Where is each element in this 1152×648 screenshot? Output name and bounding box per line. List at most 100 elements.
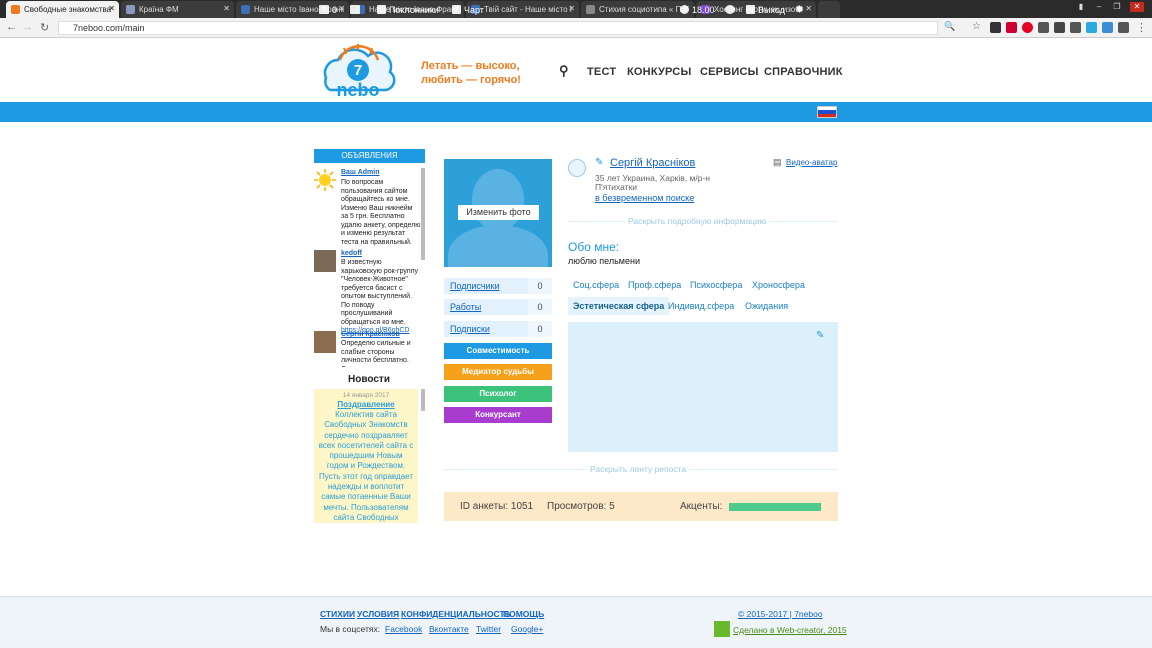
edit-pencil-icon[interactable]: ✎ bbox=[816, 330, 824, 341]
subscribers-row[interactable]: Подписчики 0 bbox=[444, 278, 552, 294]
tab-chrono[interactable]: Хроносфера bbox=[752, 280, 805, 290]
search-icon[interactable]: ⚲ bbox=[559, 63, 569, 79]
extension-icon[interactable] bbox=[1038, 22, 1049, 33]
users-icon bbox=[350, 5, 360, 14]
chart-button[interactable]: Чарт bbox=[452, 5, 484, 15]
video-avatar-link[interactable]: Видео-аватар bbox=[786, 158, 837, 167]
ad-author[interactable]: Ваш Admin bbox=[341, 169, 380, 178]
sun-avatar bbox=[314, 169, 336, 191]
close-tab-icon[interactable]: ✕ bbox=[223, 4, 230, 13]
subscriptions-row[interactable]: Подписки 0 bbox=[444, 321, 552, 337]
minimize-icon[interactable]: ‒ bbox=[1092, 2, 1106, 12]
close-tab-icon[interactable]: ✕ bbox=[568, 4, 575, 13]
messages-button[interactable]: 0 bbox=[319, 5, 337, 15]
about-text: люблю пельмени bbox=[568, 256, 640, 266]
gear-icon[interactable]: ✹ bbox=[795, 3, 804, 16]
user-profile-icon[interactable]: ▮ bbox=[1074, 2, 1088, 12]
extension-icon[interactable] bbox=[1118, 22, 1129, 33]
profile-id: ID анкеты: 1051 bbox=[460, 501, 534, 512]
language-selector[interactable] bbox=[817, 106, 837, 118]
extension-icon[interactable] bbox=[1054, 22, 1065, 33]
news-date: 14 января 2017 bbox=[342, 392, 390, 399]
svg-text:7: 7 bbox=[354, 62, 362, 79]
vkontakte-link[interactable]: Вконтакте bbox=[429, 624, 469, 634]
expand-reposts-link[interactable]: Раскрыть ленту репоста bbox=[587, 464, 690, 474]
reload-icon[interactable]: ↻ bbox=[40, 21, 49, 34]
extension-icon[interactable] bbox=[990, 22, 1001, 33]
flag-red-stripe bbox=[818, 113, 836, 117]
svg-text:nebo: nebo bbox=[337, 80, 380, 98]
footer-link-help[interactable]: ПОМОЩЬ bbox=[503, 609, 544, 619]
user-icon bbox=[746, 5, 755, 14]
made-by-link[interactable]: Сделано в Web-creator, 2015 bbox=[733, 625, 847, 635]
menu-contests[interactable]: КОНКУРСЫ bbox=[627, 66, 691, 78]
photo-silhouette bbox=[448, 225, 548, 267]
menu-test[interactable]: ТЕСТ bbox=[587, 66, 616, 78]
zoom-icon[interactable]: 🔍 bbox=[944, 21, 955, 32]
pinterest-icon[interactable] bbox=[1022, 22, 1033, 33]
maximize-icon[interactable]: ❐ bbox=[1110, 2, 1124, 12]
edit-pencil-icon[interactable]: ✎ bbox=[595, 157, 603, 168]
browser-tab[interactable]: Країна ФМ ✕ bbox=[121, 1, 234, 18]
tab-social[interactable]: Соц.сфера bbox=[573, 280, 619, 290]
new-tab-button[interactable] bbox=[818, 1, 840, 18]
web-creator-icon bbox=[714, 621, 730, 637]
photo-silhouette bbox=[472, 169, 524, 231]
tab-aesthetic[interactable]: Эстетическая сфера bbox=[568, 297, 670, 315]
logout-button[interactable]: Выход bbox=[746, 5, 785, 15]
browser-tab[interactable]: Стихия социотипа « Псі✕ bbox=[581, 1, 694, 18]
sociotype-icon[interactable] bbox=[568, 159, 586, 177]
news-scrollbar[interactable] bbox=[421, 389, 425, 411]
clock-icon bbox=[680, 5, 689, 14]
ad-author[interactable]: kedoff bbox=[341, 250, 362, 259]
facebook-link[interactable]: Facebook bbox=[385, 624, 422, 634]
twitter-link[interactable]: Twitter bbox=[476, 624, 501, 634]
close-window-icon[interactable]: ✕ bbox=[1130, 2, 1144, 12]
fate-mediator-button[interactable]: Медиатор судьбы bbox=[444, 364, 552, 380]
tab-expectations[interactable]: Ожидания bbox=[745, 301, 788, 311]
profile-name[interactable]: Сергій Краснiков bbox=[610, 157, 695, 169]
extension-icon[interactable] bbox=[1102, 22, 1113, 33]
footer-link-terms[interactable]: УСЛОВИЯ bbox=[357, 609, 399, 619]
change-photo-button[interactable]: Изменить фото bbox=[458, 205, 539, 220]
works-row[interactable]: Работы 0 bbox=[444, 299, 552, 315]
user-avatar bbox=[314, 331, 336, 353]
fans-button[interactable]: Поклонники bbox=[377, 5, 439, 15]
news-heading[interactable]: Поздравление bbox=[318, 400, 414, 410]
expand-info-link[interactable]: Раскрыть подробную информацию bbox=[625, 216, 770, 226]
site-favicon-icon bbox=[126, 5, 135, 14]
forward-icon[interactable]: → bbox=[22, 21, 33, 33]
menu-services[interactable]: СЕРВИСЫ bbox=[700, 66, 759, 78]
psychologist-button[interactable]: Психолог bbox=[444, 386, 552, 402]
copyright[interactable]: © 2015-2017 | 7neboo bbox=[738, 609, 823, 619]
friends-button[interactable] bbox=[350, 5, 363, 15]
site-logo[interactable]: 7 nebo bbox=[316, 44, 398, 103]
contestant-button[interactable]: Конкурсант bbox=[444, 407, 552, 423]
ad-author[interactable]: Сергій Краснiков bbox=[341, 331, 400, 340]
tab-psycho[interactable]: Психосфера bbox=[690, 280, 742, 290]
tab-individual[interactable]: Индивид.сфера bbox=[668, 301, 734, 311]
tab-prof[interactable]: Проф.сфера bbox=[628, 280, 681, 290]
news-text: Коллектив сайта Свободных Знакомств серд… bbox=[318, 410, 414, 522]
timezone-button[interactable] bbox=[725, 5, 738, 15]
footer-link-elements[interactable]: СТИХИИ bbox=[320, 609, 355, 619]
back-icon[interactable]: ← bbox=[6, 21, 17, 33]
footer-link-privacy[interactable]: КОНФИДЕНЦИАЛЬНОСТЬ bbox=[401, 609, 511, 619]
close-tab-icon[interactable]: ✕ bbox=[108, 4, 115, 13]
compatibility-button[interactable]: Совместимость bbox=[444, 343, 552, 359]
address-bar-row: ← → ↻ 7neboo.com/main 🔍 ☆ ⋮ bbox=[0, 18, 1152, 38]
extension-icon[interactable] bbox=[1006, 22, 1017, 33]
browser-tab[interactable]: Свободные знакомства ✕ bbox=[6, 1, 119, 18]
search-status-link[interactable]: в безвременном поиске bbox=[595, 193, 694, 203]
profile-stats-bar: ID анкеты: 1051 Просмотров: 5 Акценты: bbox=[444, 492, 838, 521]
googleplus-link[interactable]: Google+ bbox=[511, 624, 543, 634]
extension-icon[interactable] bbox=[1086, 22, 1097, 33]
bookmark-star-icon[interactable]: ☆ bbox=[972, 21, 981, 32]
ad-text: Определю сильные и слабые стороны личнос… bbox=[341, 340, 411, 367]
extension-icon[interactable] bbox=[1070, 22, 1081, 33]
close-tab-icon[interactable]: ✕ bbox=[338, 4, 345, 13]
close-tab-icon[interactable]: ✕ bbox=[805, 4, 812, 13]
menu-reference[interactable]: СПРАВОЧНИК bbox=[764, 66, 843, 78]
menu-icon[interactable]: ⋮ bbox=[1136, 21, 1147, 34]
url-input[interactable]: 7neboo.com/main bbox=[58, 21, 938, 35]
